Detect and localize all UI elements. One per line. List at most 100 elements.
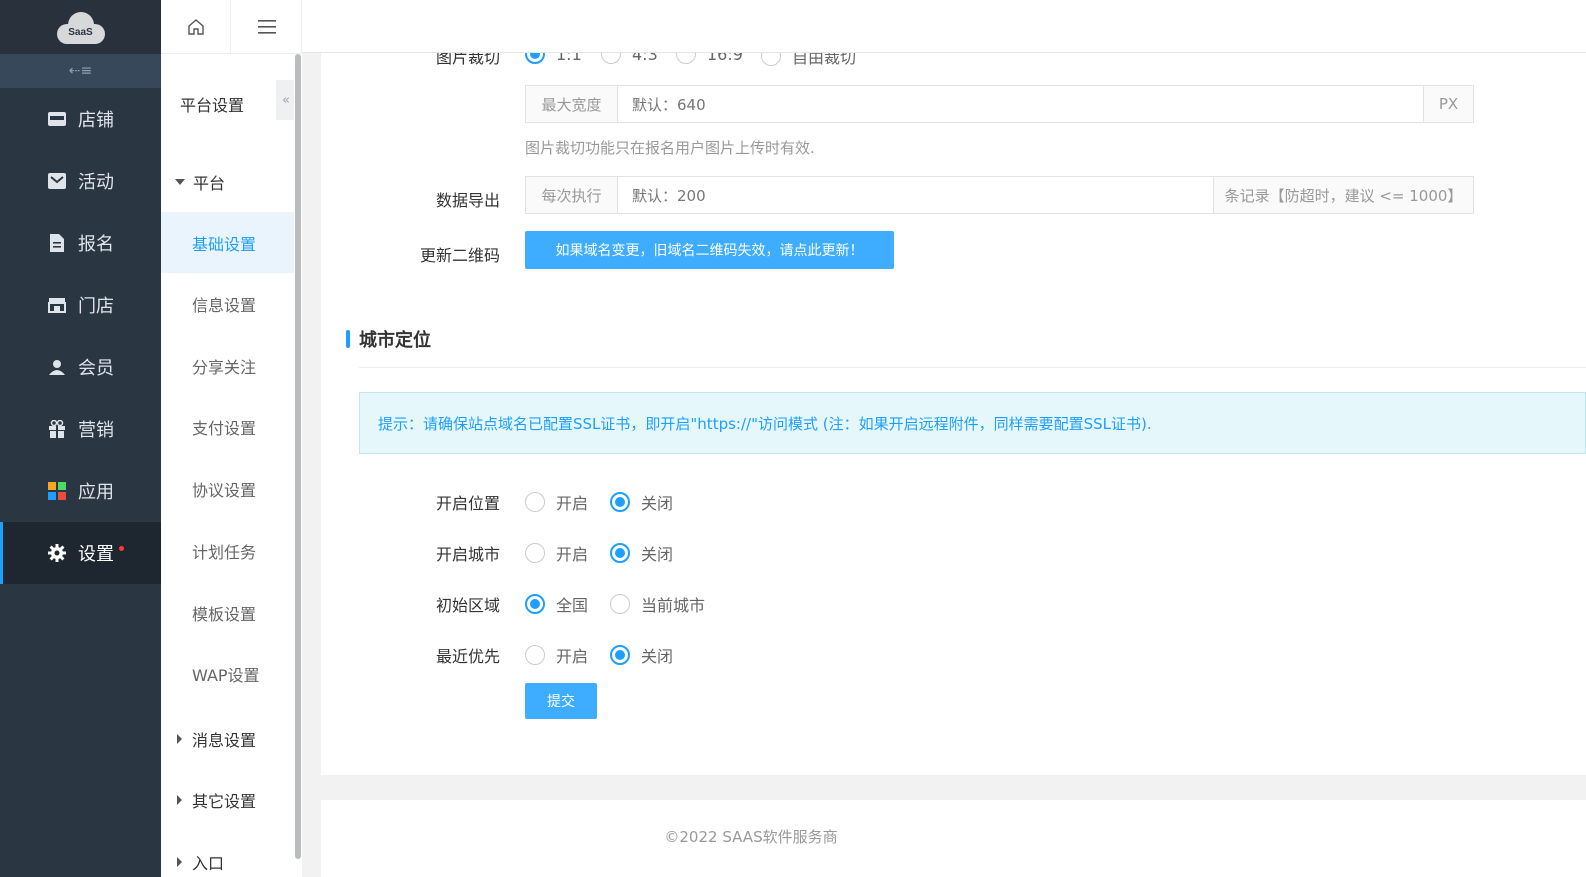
- export-input[interactable]: 默认：200: [617, 177, 1214, 213]
- sub-item-share[interactable]: 分享关注: [161, 335, 294, 396]
- top-toolbar: [161, 0, 302, 54]
- nav-item-shop[interactable]: 门店: [0, 274, 161, 336]
- crop-help-text: 图片裁切功能只在报名用户图片上传时有效.: [525, 139, 815, 157]
- radio-circle: [525, 594, 545, 614]
- export-input-group: 每次执行 默认：200 条记录【防超时，建议 <= 1000】: [525, 176, 1474, 214]
- user-icon: [48, 358, 66, 376]
- home-button[interactable]: [161, 0, 231, 54]
- radio-circle: [610, 594, 630, 614]
- sub-group-entry[interactable]: 入口: [175, 850, 224, 874]
- initial-region-current-city[interactable]: 当前城市: [610, 592, 705, 616]
- export-addon: 每次执行: [526, 177, 617, 213]
- nav-item-signup[interactable]: 报名: [0, 212, 161, 274]
- open-location-on[interactable]: 开启: [525, 490, 588, 514]
- nav-item-label: 设置: [78, 544, 114, 565]
- export-suffix: 条记录【防超时，建议 <= 1000】: [1214, 177, 1473, 213]
- double-chevron-left-icon: «: [282, 92, 290, 108]
- open-city-off[interactable]: 关闭: [610, 541, 673, 565]
- logo-area: SaaS: [0, 0, 161, 54]
- nav-item-label: 营销: [78, 420, 114, 441]
- radio-label: 关闭: [641, 647, 674, 666]
- sub-item-info[interactable]: 信息设置: [161, 273, 294, 334]
- saas-logo[interactable]: SaaS: [56, 10, 105, 44]
- sub-group-label: 平台: [193, 174, 226, 193]
- section-title-text: 城市定位: [359, 330, 431, 351]
- sub-sidebar: 平台设置 « 平台 基础设置 信息设置 分享关注 支付设置 协议设置 计划任务 …: [161, 54, 302, 877]
- radio-circle: [610, 645, 630, 665]
- initial-region-nationwide[interactable]: 全国: [525, 592, 588, 616]
- nav-item-member[interactable]: 会员: [0, 336, 161, 398]
- radio-label: 关闭: [641, 545, 674, 564]
- radio-label: 开启: [556, 647, 589, 666]
- caret-right-icon: [177, 857, 182, 867]
- sub-group-label: 入口: [192, 854, 225, 873]
- open-location-off[interactable]: 关闭: [610, 490, 673, 514]
- sub-group-other[interactable]: 其它设置: [175, 788, 256, 812]
- nav-item-marketing[interactable]: 营销: [0, 398, 161, 460]
- ssl-tip-box: 提示：请确保站点域名已配置SSL证书，即开启"https://"访问模式 (注：…: [359, 392, 1586, 454]
- max-width-unit: PX: [1424, 86, 1473, 122]
- nav-item-store[interactable]: 店铺: [0, 88, 161, 150]
- sub-group-platform[interactable]: 平台: [175, 170, 225, 194]
- scrollbar-thumb[interactable]: [295, 54, 301, 859]
- max-width-addon: 最大宽度: [526, 86, 617, 122]
- section-accent-bar: [346, 330, 350, 348]
- menu-icon: [257, 20, 276, 34]
- radio-label: 开启: [556, 494, 589, 513]
- sub-item-agreement[interactable]: 协议设置: [161, 458, 294, 519]
- nav-item-label: 活动: [78, 172, 114, 193]
- open-city-label: 开启城市: [435, 545, 500, 564]
- radio-circle: [610, 543, 630, 563]
- export-label: 数据导出: [435, 191, 500, 210]
- radio-circle: [525, 543, 545, 563]
- nav-item-label: 门店: [78, 296, 114, 317]
- nearest-first-label: 最近优先: [435, 647, 500, 666]
- sub-group-label: 消息设置: [192, 731, 257, 750]
- max-width-input[interactable]: 默认：640: [617, 86, 1424, 122]
- sub-item-payment[interactable]: 支付设置: [161, 396, 294, 457]
- section-divider: [359, 367, 1586, 368]
- main-sidebar: SaaS ⇠≡ 店铺 活动 报名 门店 会员 营销 应用 设置: [0, 0, 161, 877]
- sub-item-basic[interactable]: 基础设置: [161, 212, 294, 273]
- gift-icon: [48, 420, 66, 438]
- shop-icon: [48, 296, 66, 314]
- header-overlay: [302, 0, 1586, 53]
- update-qrcode-button[interactable]: 如果域名变更，旧域名二维码失效，请点此更新！: [525, 231, 894, 269]
- radio-label: 当前城市: [641, 596, 706, 615]
- menu-button[interactable]: [232, 0, 302, 54]
- nav-item-apps[interactable]: 应用: [0, 460, 161, 522]
- nav-item-settings[interactable]: 设置: [0, 522, 161, 584]
- sub-item-schedule[interactable]: 计划任务: [161, 520, 294, 581]
- qrcode-label: 更新二维码: [419, 246, 500, 265]
- open-city-on[interactable]: 开启: [525, 541, 588, 565]
- sub-sidebar-fold-button[interactable]: «: [276, 80, 296, 120]
- open-location-label: 开启位置: [435, 494, 500, 513]
- caret-right-icon: [177, 734, 182, 744]
- nav-item-label: 报名: [78, 234, 114, 255]
- caret-down-icon: [175, 179, 185, 185]
- sub-item-template[interactable]: 模板设置: [161, 582, 294, 643]
- notification-dot: [119, 546, 124, 551]
- radio-circle: [610, 492, 630, 512]
- copyright-text: ©2022 SAAS软件服务商: [664, 828, 838, 846]
- radio-label: 全国: [556, 596, 589, 615]
- max-width-input-group: 最大宽度 默认：640 PX: [525, 85, 1474, 123]
- sub-sidebar-title: 平台设置: [180, 96, 245, 115]
- sub-group-message[interactable]: 消息设置: [175, 727, 256, 751]
- home-icon: [187, 19, 204, 35]
- nearest-first-on[interactable]: 开启: [525, 643, 588, 667]
- submit-button[interactable]: 提交: [525, 683, 597, 719]
- document-icon: [48, 234, 66, 252]
- caret-right-icon: [177, 795, 182, 805]
- nearest-first-off[interactable]: 关闭: [610, 643, 673, 667]
- sub-item-wap[interactable]: WAP设置: [161, 643, 294, 704]
- sidebar-collapse-button[interactable]: ⇠≡: [0, 54, 161, 88]
- initial-region-label: 初始区域: [435, 596, 500, 615]
- nav-item-label: 应用: [78, 482, 114, 503]
- nav-item-activity[interactable]: 活动: [0, 150, 161, 212]
- radio-circle: [525, 645, 545, 665]
- sub-group-label: 其它设置: [192, 792, 257, 811]
- section-title-city: 城市定位: [346, 326, 431, 352]
- logo-text: SaaS: [68, 27, 93, 38]
- radio-label: 开启: [556, 545, 589, 564]
